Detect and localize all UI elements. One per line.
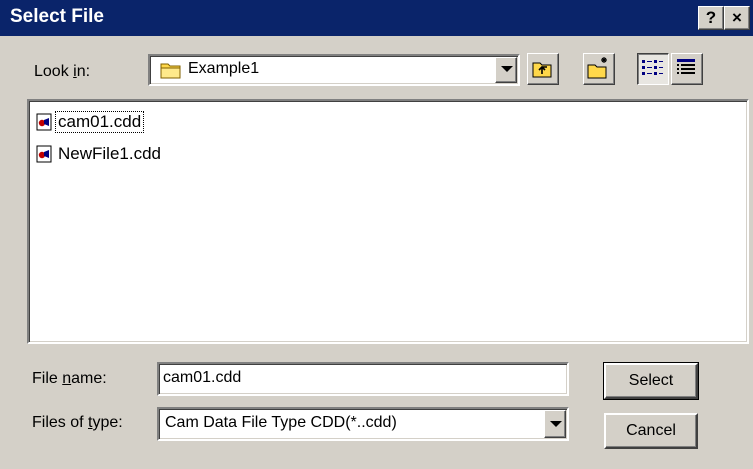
look-in-label: Look in: xyxy=(34,63,91,80)
file-name-value: cam01.cdd xyxy=(163,369,242,386)
details-view-icon xyxy=(677,59,695,74)
file-name-field[interactable]: cam01.cdd xyxy=(157,362,569,396)
cdd-file-icon xyxy=(36,145,52,163)
file-list[interactable]: cam01.cdd NewFile1.cdd xyxy=(27,99,749,344)
close-button[interactable]: × xyxy=(724,6,750,30)
list-item[interactable]: cam01.cdd xyxy=(35,111,145,133)
new-folder-icon xyxy=(587,57,607,79)
file-type-label: Files of type: xyxy=(32,414,123,431)
list-item[interactable]: NewFile1.cdd xyxy=(35,143,163,165)
look-in-dropdown-button[interactable] xyxy=(495,57,517,83)
folder-icon xyxy=(160,63,181,79)
chevron-down-icon xyxy=(550,421,562,427)
file-type-dropdown[interactable]: Cam Data File Type CDD(*..cdd) xyxy=(157,407,569,441)
help-button[interactable]: ? xyxy=(698,6,724,30)
chevron-down-icon xyxy=(501,66,513,72)
list-view-button[interactable] xyxy=(637,53,669,85)
new-folder-button[interactable] xyxy=(583,53,615,85)
details-view-button[interactable] xyxy=(671,53,703,85)
file-type-value: Cam Data File Type CDD(*..cdd) xyxy=(165,414,397,431)
window-title: Select File xyxy=(10,6,104,27)
title-bar[interactable]: Select File ? × xyxy=(0,0,753,36)
look-in-dropdown[interactable]: Example1 xyxy=(148,54,520,86)
file-name-label: NewFile1.cdd xyxy=(58,144,161,163)
select-file-dialog: Select File ? × Look in: Example1 cam01.… xyxy=(0,0,753,469)
look-in-value: Example1 xyxy=(188,60,260,77)
file-name-label: cam01.cdd xyxy=(54,111,145,133)
cdd-file-icon xyxy=(36,113,52,131)
select-button[interactable]: Select xyxy=(603,362,699,400)
list-view-icon xyxy=(642,60,663,75)
cancel-button[interactable]: Cancel xyxy=(604,413,698,449)
file-name-label: File name: xyxy=(32,370,107,387)
up-one-level-button[interactable] xyxy=(527,53,559,85)
file-type-dropdown-button[interactable] xyxy=(544,410,566,438)
up-one-level-icon xyxy=(532,62,552,78)
